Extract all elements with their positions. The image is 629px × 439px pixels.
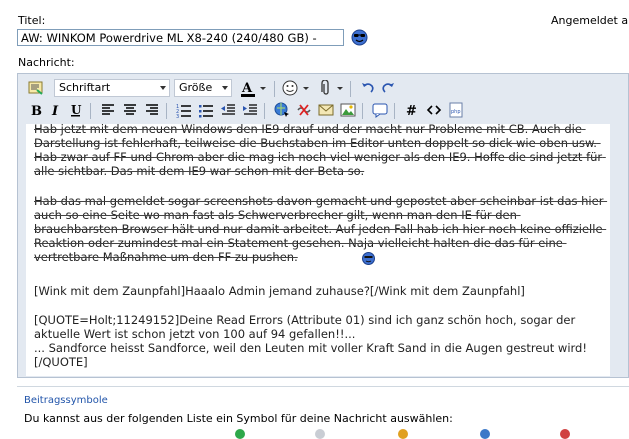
- message-paragraph: [QUOTE=Holt;11249152]Deine Read Errors (…: [34, 313, 587, 369]
- post-icon-red[interactable]: [560, 429, 570, 439]
- redo-icon[interactable]: [380, 80, 396, 96]
- message-paragraph: Hab das mal gemeldet sogar screenshots d…: [34, 194, 608, 264]
- rolleyes-smiley-icon: [362, 252, 375, 265]
- font-select-value: Schriftart: [59, 81, 111, 94]
- bold-icon[interactable]: B: [28, 102, 44, 119]
- message-paragraph: Hab jetzt mit dem neuen Windows den IE9 …: [34, 124, 606, 178]
- php-code-icon[interactable]: php: [448, 102, 464, 118]
- message-paragraph: [Wink mit dem Zaunpfahl]Haaalo Admin jem…: [34, 284, 525, 298]
- message-label: Nachricht:: [18, 56, 75, 69]
- title-input[interactable]: AW: WINKOM Powerdrive ML X8-240 (240/480…: [17, 29, 344, 46]
- size-select[interactable]: Größe: [174, 79, 232, 97]
- svg-text:A: A: [241, 81, 253, 96]
- italic-icon[interactable]: I: [48, 102, 64, 119]
- svg-text:php: php: [451, 109, 461, 115]
- post-icons-description: Du kannst aus der folgenden Liste ein Sy…: [24, 412, 453, 425]
- outdent-icon[interactable]: [220, 102, 236, 118]
- post-icon-blue[interactable]: [480, 429, 490, 439]
- undo-icon[interactable]: [360, 80, 376, 96]
- post-icon-green[interactable]: [235, 429, 245, 439]
- code-hash-icon[interactable]: #: [404, 102, 420, 119]
- toolbar-separator: [90, 103, 91, 119]
- title-label: Titel:: [18, 14, 46, 27]
- toolbar-separator: [274, 81, 275, 97]
- quote-icon[interactable]: [372, 102, 388, 118]
- toolbar-separator: [394, 103, 395, 119]
- smilies-button[interactable]: [282, 80, 312, 96]
- logged-in-text: Angemeldet a: [551, 14, 629, 27]
- unordered-list-icon[interactable]: [198, 102, 214, 118]
- toolbar-separator: [362, 103, 363, 119]
- ordered-list-icon[interactable]: 123: [176, 102, 192, 120]
- message-textarea[interactable]: Hab jetzt mit dem neuen Windows den IE9 …: [26, 124, 610, 376]
- toolbar-separator: [350, 81, 351, 97]
- post-icon-gray[interactable]: [315, 429, 325, 439]
- align-center-icon[interactable]: [122, 102, 138, 118]
- toolbar-separator: [264, 103, 265, 119]
- svg-text:#: #: [406, 104, 417, 118]
- align-right-icon[interactable]: [144, 102, 160, 118]
- chevron-down-icon: [222, 86, 228, 90]
- html-code-icon[interactable]: [426, 102, 442, 118]
- svg-text:3: 3: [176, 114, 179, 118]
- align-left-icon[interactable]: [100, 102, 116, 118]
- underline-icon[interactable]: U: [68, 102, 84, 118]
- indent-icon[interactable]: [242, 102, 258, 118]
- fieldset-divider: [17, 386, 629, 387]
- svg-text:B: B: [31, 104, 42, 118]
- size-select-value: Größe: [179, 81, 213, 94]
- attachment-button[interactable]: [318, 79, 346, 96]
- toolbar-separator: [166, 103, 167, 119]
- font-color-button[interactable]: A: [240, 80, 270, 97]
- font-select[interactable]: Schriftart: [54, 79, 170, 97]
- insert-link-icon[interactable]: [274, 102, 290, 118]
- svg-text:I: I: [51, 104, 59, 118]
- email-link-icon[interactable]: [318, 102, 334, 118]
- switch-editor-mode-icon[interactable]: [28, 80, 44, 96]
- remove-link-icon[interactable]: [296, 102, 312, 118]
- post-icons-legend: Beitragssymbole: [24, 395, 108, 406]
- svg-text:U: U: [71, 103, 82, 117]
- chevron-down-icon: [160, 86, 166, 90]
- cool-smiley-icon[interactable]: [351, 29, 368, 46]
- post-icon-orange[interactable]: [398, 429, 408, 439]
- insert-image-icon[interactable]: [340, 102, 356, 118]
